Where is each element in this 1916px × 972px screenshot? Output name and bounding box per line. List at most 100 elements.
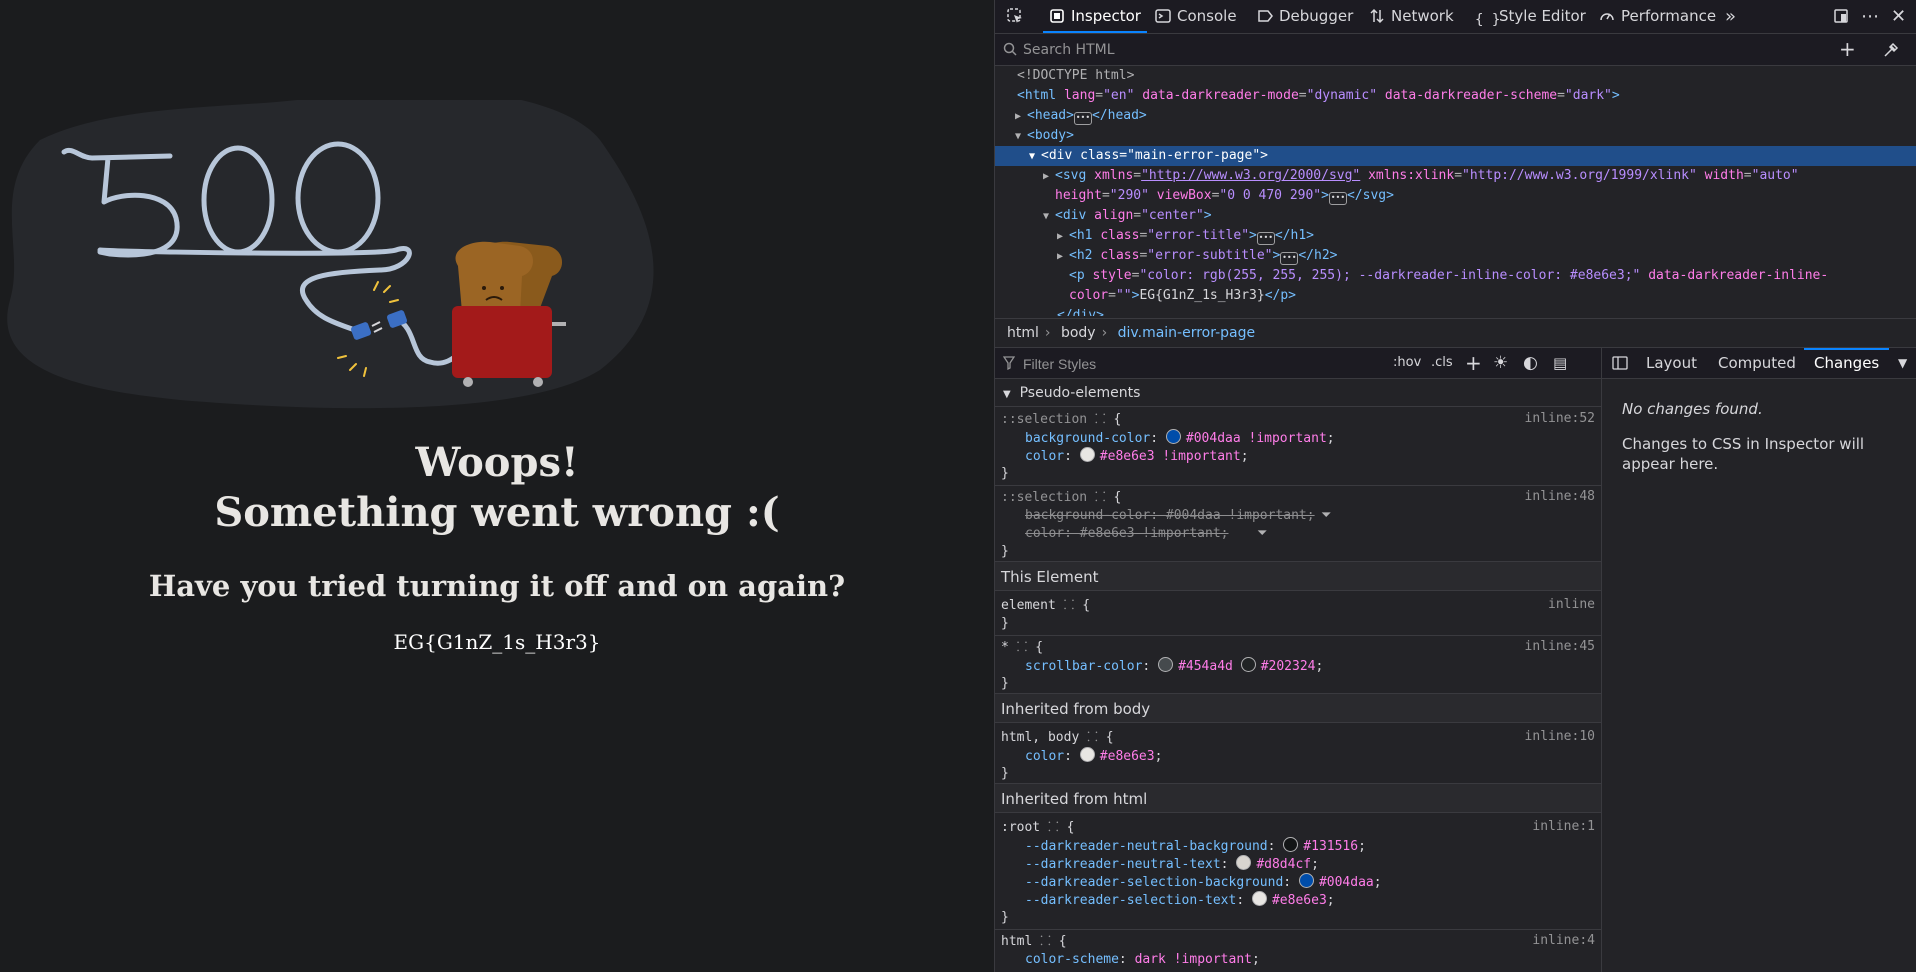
section-pseudo-elements[interactable]: ▼ Pseudo-elements	[1003, 384, 1140, 402]
rule-source[interactable]: inline:4	[1532, 933, 1595, 948]
rule-source[interactable]: inline:1	[1532, 819, 1595, 834]
color-swatch[interactable]	[1079, 747, 1095, 762]
breadcrumb-div[interactable]: div.main-error-page	[1118, 325, 1255, 341]
search-html-input[interactable]	[1021, 40, 1825, 60]
eyedropper-icon[interactable]	[1883, 42, 1899, 58]
markup-div-main-selected[interactable]: ▼ <div class="main-error-page">	[995, 146, 1916, 166]
error-illustration	[7, 100, 654, 409]
toggle-pane-icon[interactable]	[1612, 356, 1628, 370]
tab-network[interactable]: Network	[1369, 0, 1454, 33]
rule-close: }	[1001, 466, 1009, 481]
markup-p-node[interactable]: <p style="color: rgb(255, 255, 255); --d…	[995, 266, 1916, 286]
tab-computed[interactable]: Computed	[1718, 348, 1796, 378]
rule-source[interactable]: inline:10	[1525, 729, 1595, 744]
rule-close: }	[1001, 544, 1009, 559]
color-swatch[interactable]	[1251, 891, 1267, 906]
rule-property[interactable]: color-scheme: dark !important;	[1025, 951, 1260, 969]
dark-scheme-icon[interactable]: ◐	[1523, 348, 1538, 378]
rule-universal[interactable]: * ⸬ {	[1001, 639, 1043, 657]
ellipsis-icon[interactable]: •••	[1256, 232, 1275, 245]
markup-h1-node[interactable]: ▶ <h1 class="error-title"> ••• </h1>	[995, 226, 1916, 246]
cls-button[interactable]: .cls	[1431, 348, 1453, 378]
search-icon	[1003, 42, 1017, 56]
responsive-design-icon[interactable]	[1833, 0, 1855, 33]
rule-property[interactable]: color: #e8e6e3 !important;	[1025, 447, 1249, 465]
markup-h2-node[interactable]: ▶ <h2 class="error-subtitle"> ••• </h2>	[995, 246, 1916, 266]
style-editor-icon: { }	[1475, 12, 1501, 28]
color-swatch[interactable]	[1298, 873, 1314, 888]
add-rule-icon[interactable]: +	[1465, 348, 1482, 378]
rule-selection-1[interactable]: ::selection ⸬ {	[1001, 411, 1121, 429]
rule-selection-2[interactable]: ::selection ⸬ {	[1001, 489, 1121, 507]
rule-property[interactable]: background-color: #004daa !important;	[1025, 429, 1335, 447]
rule-property[interactable]: color: #e8e6e3;	[1025, 747, 1162, 765]
rule-source[interactable]: inline:52	[1525, 411, 1595, 426]
tab-debugger[interactable]: Debugger	[1257, 0, 1353, 33]
rule-property-overridden[interactable]: background-color: #004daa !important;	[1025, 507, 1315, 525]
color-swatch[interactable]	[1236, 855, 1252, 870]
tab-inspector[interactable]: Inspector	[1043, 0, 1147, 33]
side-tabs: Layout Computed Changes ▼	[1602, 348, 1916, 379]
breadcrumb: html › body › div.main-error-page	[995, 318, 1916, 349]
rule-source[interactable]: inline:45	[1525, 639, 1595, 654]
color-swatch[interactable]	[1240, 657, 1256, 672]
markup-head-node[interactable]: ▶ <head> ••• </head>	[995, 106, 1916, 126]
light-scheme-icon[interactable]: ☀	[1493, 348, 1508, 378]
color-swatch[interactable]	[1165, 429, 1181, 444]
rule-html[interactable]: html ⸬ {	[1001, 933, 1067, 951]
rule-source[interactable]: inline:48	[1525, 489, 1595, 504]
kebab-menu-icon[interactable]: ⋯	[1861, 0, 1879, 33]
tab-layout[interactable]: Layout	[1646, 348, 1697, 378]
error-title-line2: Something went wrong :(	[214, 489, 780, 536]
rule-property[interactable]: --darkreader-selection-background: #004d…	[1025, 873, 1382, 891]
tab-performance[interactable]: Performance	[1599, 0, 1716, 33]
debugger-icon	[1258, 10, 1273, 22]
markup-div-center-node[interactable]: ▼ <div align="center">	[995, 206, 1916, 226]
devtools-panel: Inspector Console Debugger Network { }St…	[994, 0, 1916, 972]
no-changes-text: No changes found.	[1622, 400, 1763, 418]
chevron-down-icon[interactable]: ▼	[1898, 348, 1907, 378]
markup-doctype[interactable]: <!DOCTYPE html>	[995, 66, 1916, 86]
filter-icon[interactable]: ⏷	[1321, 507, 1331, 525]
rule-property[interactable]: --darkreader-neutral-text: #d8d4cf;	[1025, 855, 1319, 873]
add-node-icon[interactable]: +	[1839, 37, 1856, 61]
close-icon[interactable]: ✕	[1891, 0, 1906, 33]
rule-property[interactable]: scrollbar-color: #454a4d #202324;	[1025, 657, 1323, 675]
inspector-icon	[1050, 9, 1064, 23]
ellipsis-icon[interactable]: •••	[1073, 112, 1092, 125]
more-tabs-icon[interactable]: »	[1725, 0, 1736, 33]
color-swatch[interactable]	[1283, 837, 1299, 852]
markup-html-node[interactable]: <html lang="en" data-darkreader-mode="dy…	[995, 86, 1916, 106]
error-page: Woops! Something went wrong :( Have you …	[0, 0, 994, 972]
flag-text: EG{G1nZ_1s_H3r3}	[393, 630, 601, 654]
rule-close: }	[1001, 676, 1009, 691]
rule-html-body[interactable]: html, body ⸬ {	[1001, 729, 1114, 747]
filter-icon[interactable]: ⏷	[1257, 525, 1267, 543]
ellipsis-icon[interactable]: •••	[1280, 252, 1299, 265]
markup-body-node[interactable]: ▼ <body>	[995, 126, 1916, 146]
rule-element[interactable]: element ⸬ {	[1001, 597, 1090, 615]
rule-property-overridden[interactable]: color: #e8e6e3 !important;	[1025, 525, 1229, 543]
color-swatch[interactable]	[1158, 657, 1174, 672]
markup-svg-node[interactable]: ▶ <svg xmlns="http://www.w3.org/2000/svg"…	[995, 166, 1916, 186]
breadcrumb-html[interactable]: html	[1007, 325, 1039, 341]
rule-source[interactable]: inline	[1548, 597, 1595, 612]
breadcrumb-body[interactable]: body	[1061, 325, 1096, 341]
rule-property[interactable]: --darkreader-neutral-background: #131516…	[1025, 837, 1366, 855]
rule-close: }	[1001, 910, 1009, 925]
hov-button[interactable]: :hov	[1393, 348, 1421, 378]
ellipsis-icon[interactable]: •••	[1328, 192, 1347, 205]
tab-style-editor[interactable]: { }Style Editor	[1475, 0, 1586, 33]
filter-styles-input[interactable]	[1021, 354, 1325, 374]
color-swatch[interactable]	[1079, 447, 1095, 462]
side-panel: Layout Computed Changes ▼ No changes fou…	[1602, 348, 1916, 972]
tab-console[interactable]: Console	[1155, 0, 1237, 33]
markup-div-close: </div>	[1057, 308, 1104, 316]
network-icon	[1370, 8, 1384, 24]
rule-root[interactable]: :root ⸬ {	[1001, 819, 1074, 837]
element-picker-icon[interactable]	[1007, 0, 1029, 33]
section-inherited-html: Inherited from html	[995, 783, 1601, 813]
print-media-icon[interactable]: ▤	[1553, 348, 1567, 378]
rule-property[interactable]: --darkreader-selection-text: #e8e6e3;	[1025, 891, 1335, 909]
tab-changes[interactable]: Changes	[1803, 348, 1890, 378]
